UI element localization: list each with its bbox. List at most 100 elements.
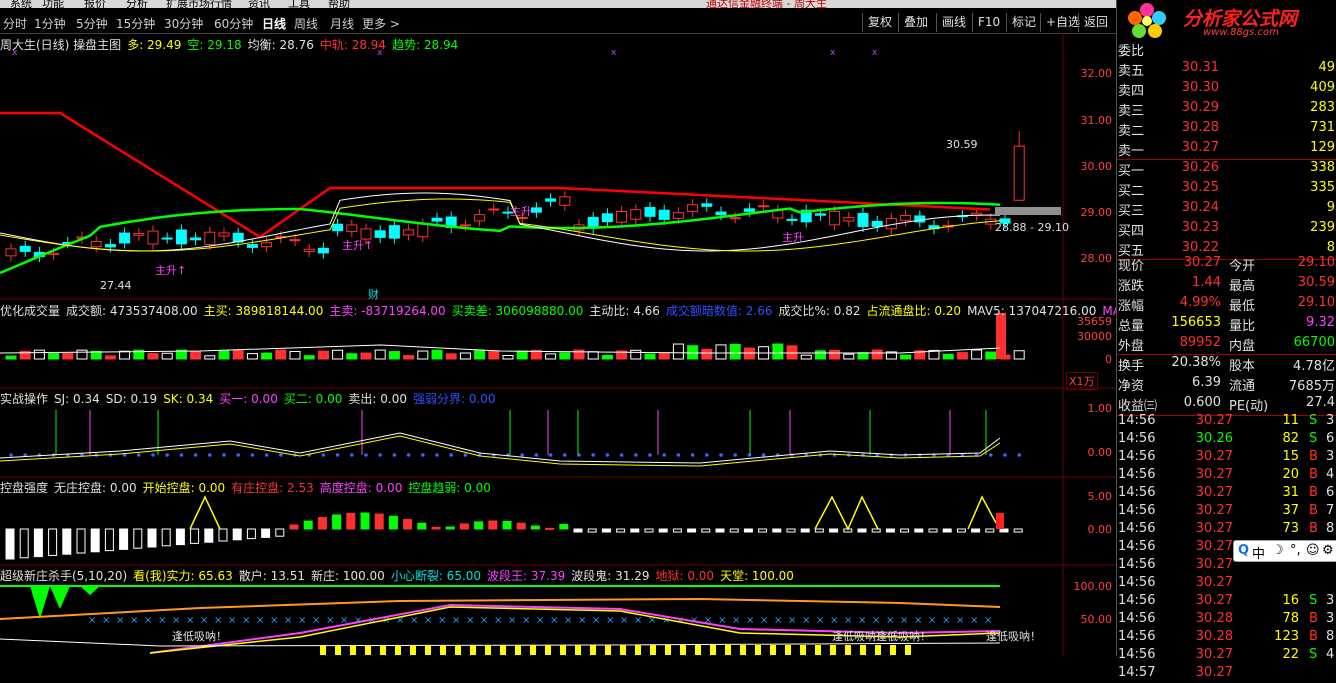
- period-tab-4[interactable]: 30分钟: [164, 15, 203, 32]
- killer-yellow-bar: [665, 645, 671, 655]
- trade-dot: [193, 453, 198, 457]
- control-panel-header: 控盘强度 无庄控盘: 0.00 开始控盘: 0.00 有庄控盘: 2.53 高度控盘: …: [0, 479, 503, 495]
- volume-value-5: 成交额暗数值: 2.66: [665, 304, 773, 318]
- tick-price: 30.26: [1195, 431, 1233, 446]
- tick-price: 30.27: [1195, 647, 1233, 662]
- bid-row-0-price: 30.26: [1181, 160, 1219, 175]
- toolbar-button-6[interactable]: 返回: [1078, 13, 1113, 32]
- control-bar: [360, 512, 370, 530]
- bid-row-1-price: 30.25: [1181, 180, 1219, 195]
- stat-row-7: 收益㈢ 0.600 PE(动) 27.4: [1117, 395, 1336, 414]
- stat-row-1: 涨跌 1.44 最高 30.59: [1117, 275, 1336, 294]
- ime-punct-icon[interactable]: °,: [1290, 543, 1301, 558]
- toolbar-button-1[interactable]: 叠加: [898, 13, 933, 32]
- period-tab-3[interactable]: 15分钟: [116, 15, 155, 32]
- ime-lang-toggle[interactable]: 中: [1252, 543, 1265, 562]
- menu-item-6[interactable]: 工具: [288, 0, 310, 8]
- tick-count: 3: [1326, 611, 1335, 626]
- tick-volume: 20: [1282, 467, 1299, 482]
- trade-dot: [520, 453, 524, 457]
- period-bar: 分时 1分钟 5分钟 15分钟 30分钟 60分钟 日线 周线 月线 更多 > 复权 叠加 画线 F10 标…: [0, 13, 1116, 34]
- toolbar-button-4[interactable]: 标记: [1006, 13, 1041, 32]
- killer-yellow-bar: [350, 645, 356, 655]
- ime-moon-icon[interactable]: ☽: [1272, 543, 1284, 558]
- volume-bar: [303, 355, 315, 360]
- main-chart-value-0: 多: 29.49: [127, 38, 182, 52]
- volume-bar: [445, 353, 457, 360]
- killer-x-marker: ×: [984, 615, 992, 626]
- menu-item-0[interactable]: 系统: [10, 0, 32, 8]
- menu-item-4[interactable]: 扩展市场行情: [166, 0, 232, 8]
- candle-body: [843, 217, 855, 222]
- menu-item-7[interactable]: 帮助: [328, 0, 350, 8]
- tick-row: 14:56 30.27 22 S 4: [1117, 647, 1336, 665]
- period-tab-6[interactable]: 日线: [262, 15, 286, 32]
- menu-item-2[interactable]: 报价: [84, 0, 106, 8]
- stat-label-a-7: 收益㈢: [1118, 399, 1158, 414]
- period-tab-9[interactable]: 更多 >: [362, 15, 400, 32]
- chart-area[interactable]: x x x x x× × × × × × × × × × × × × × × × × × × × × × × × × × × × × × × × × × ×…: [0, 33, 1116, 656]
- bid-row-1-volume: 335: [1310, 180, 1335, 195]
- stat-value-b-5: 4.78亿: [1293, 359, 1335, 374]
- candle-body: [871, 220, 883, 227]
- menu-item-1[interactable]: 功能: [42, 0, 64, 8]
- trade-dot: [364, 453, 368, 457]
- main-chart-value-2: 均衡: 28.76: [247, 38, 314, 52]
- toolbar-button-2[interactable]: 画线: [936, 13, 971, 32]
- candle-body: [346, 224, 358, 232]
- ime-toolbar[interactable]: Q 中 ☽ °, ☺ ⚙: [1233, 540, 1336, 562]
- volume-bar: [48, 352, 60, 360]
- tick-time: 14:56: [1118, 593, 1156, 608]
- period-tab-5[interactable]: 60分钟: [214, 15, 253, 32]
- control-bar: [5, 528, 15, 560]
- ask-row-4-volume: 129: [1310, 140, 1335, 155]
- menu-item-5[interactable]: 资讯: [248, 0, 270, 8]
- tick-price: 30.27: [1195, 593, 1233, 608]
- volume-axis-tick-2: 0: [1105, 353, 1112, 366]
- stat-value-a-7: 0.600: [1183, 395, 1221, 410]
- ime-settings-icon[interactable]: ⚙: [1322, 543, 1334, 558]
- tick-side: B: [1309, 521, 1318, 536]
- killer-x-marker: ×: [312, 615, 320, 626]
- toolbar-button-0[interactable]: 复权: [862, 13, 897, 32]
- signal-marker: x: [611, 48, 617, 58]
- volume-bar: [403, 355, 415, 360]
- killer-x-marker: ×: [774, 615, 782, 626]
- period-tab-2[interactable]: 5分钟: [76, 15, 108, 32]
- volume-bar: [516, 350, 528, 360]
- volume-bar: [474, 349, 486, 360]
- period-tab-0[interactable]: 分时: [3, 15, 27, 32]
- killer-yellow-bar: [740, 645, 746, 655]
- menu-item-3[interactable]: 分析: [126, 0, 148, 8]
- control-bar: [971, 528, 981, 533]
- candle-body: [431, 217, 443, 222]
- volume-bar: [800, 354, 812, 360]
- period-tab-1[interactable]: 1分钟: [34, 15, 66, 32]
- killer-yellow-bar: [530, 645, 536, 655]
- volume-bar: [601, 354, 613, 360]
- tick-volume: 11: [1282, 413, 1299, 428]
- tick-price: 30.28: [1195, 629, 1233, 644]
- volume-bar: [687, 345, 699, 360]
- trade-dot: [264, 453, 269, 457]
- trade-panel-header: 实战操作 SJ: 0.34 SD: 0.19 SK: 0.34 买一: 0.00 买二: …: [0, 390, 508, 406]
- tick-count: 6: [1326, 431, 1335, 446]
- tick-time: 14:56: [1118, 413, 1156, 428]
- control-bar: [644, 528, 654, 533]
- finance-marker[interactable]: 财: [368, 286, 379, 302]
- candle-body: [175, 229, 187, 245]
- killer-yellow-bar: [695, 645, 701, 655]
- control-bar: [346, 512, 356, 530]
- ime-logo-icon[interactable]: Q: [1238, 543, 1249, 558]
- control-bar: [175, 528, 185, 546]
- control-bar: [587, 528, 597, 533]
- tick-time: 14:56: [1118, 449, 1156, 464]
- toolbar-button-3[interactable]: F10: [972, 13, 1005, 32]
- candle-body: [857, 213, 869, 227]
- period-tab-7[interactable]: 周线: [294, 15, 318, 32]
- ime-emoji-icon[interactable]: ☺: [1306, 543, 1320, 558]
- period-tab-8[interactable]: 月线: [330, 15, 354, 32]
- tick-count: 6: [1326, 485, 1335, 500]
- stat-value-a-5: 20.38%: [1171, 355, 1221, 370]
- volume-value-0: 成交额: 473537408.00: [66, 304, 198, 318]
